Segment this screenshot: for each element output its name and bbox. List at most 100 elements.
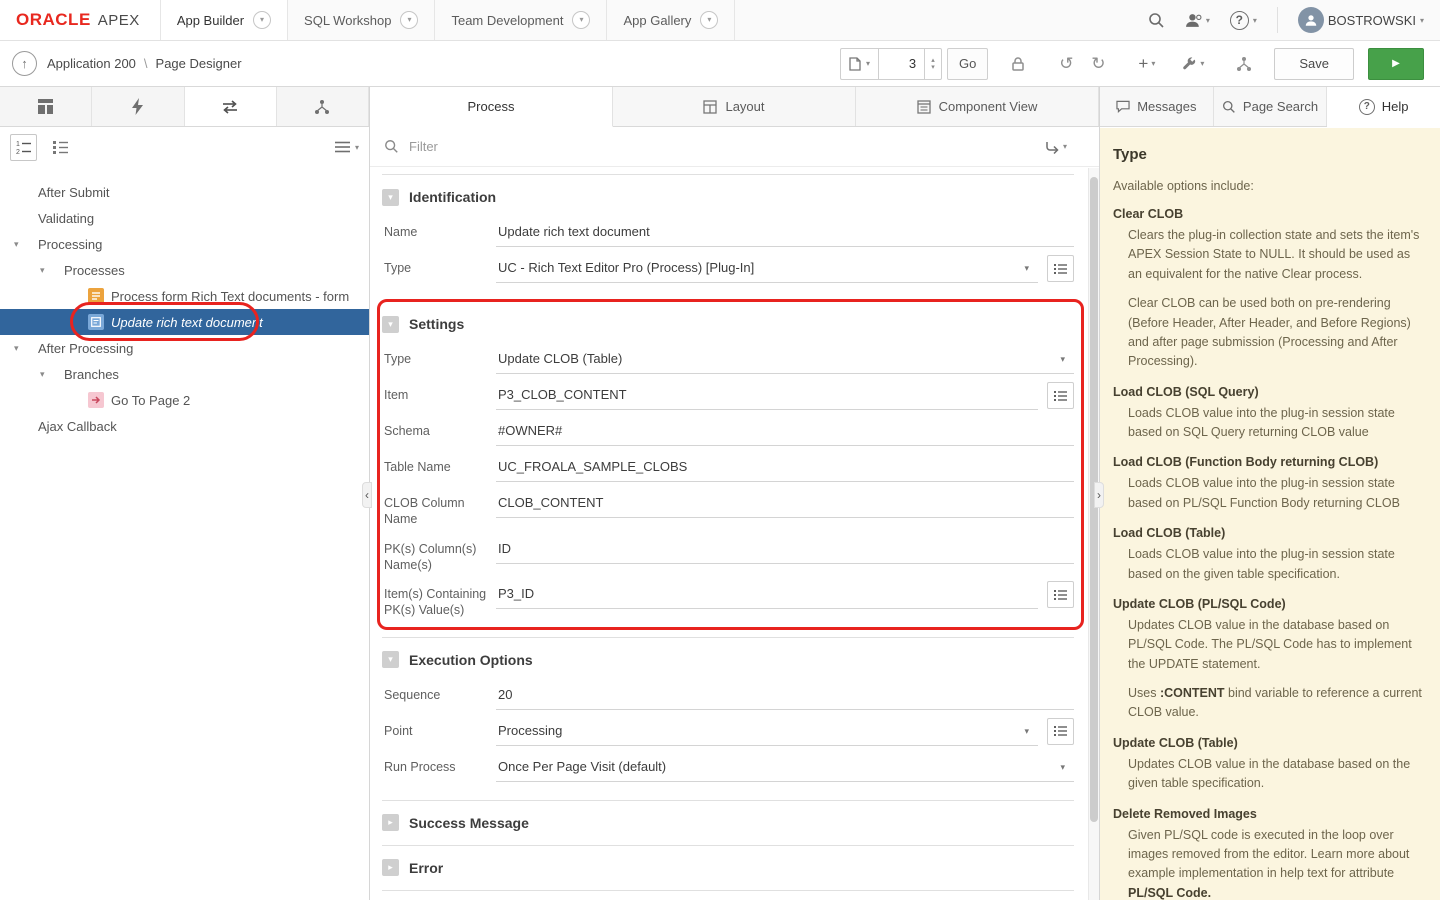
shared-components-button[interactable] — [1228, 48, 1260, 80]
section-server-side-condition-header[interactable]: ▸ Server-side Condition — [382, 891, 1074, 900]
help-menu[interactable]: ? ▾ — [1230, 11, 1257, 30]
name-input[interactable]: Update rich text document — [496, 219, 1074, 247]
tree-item-process-form[interactable]: Process form Rich Text documents - form — [0, 283, 369, 309]
chevron-down-icon[interactable]: ▾ — [931, 64, 935, 71]
page-selector-menu[interactable]: ▾ — [840, 48, 878, 80]
tree-item-after-processing[interactable]: ▾ After Processing — [0, 335, 369, 361]
search-icon[interactable] — [1148, 12, 1165, 29]
search-icon — [384, 139, 399, 154]
tree-item-label: Processes — [64, 263, 125, 278]
tab-page-search[interactable]: Page Search — [1214, 87, 1328, 126]
user-admin-menu[interactable]: ▾ — [1185, 12, 1210, 29]
list-of-values-button[interactable] — [1047, 255, 1074, 282]
tree-menu-button[interactable]: ▾ — [335, 141, 359, 153]
left-splitter-collapse-handle[interactable]: ‹ — [362, 482, 372, 508]
list-of-values-button[interactable] — [1047, 718, 1074, 745]
tree-item-update-rich-text-selected[interactable]: Update rich text document — [0, 309, 369, 335]
tree-item-validating[interactable]: Validating — [0, 205, 369, 231]
clob-column-input[interactable]: CLOB_CONTENT — [496, 490, 1074, 518]
tab-dynamic-actions[interactable] — [92, 87, 184, 126]
section-title: Success Message — [409, 815, 529, 831]
page-icon — [849, 57, 861, 71]
section-error-header[interactable]: ▸ Error — [382, 846, 1074, 890]
go-to-component-menu[interactable]: ▾ — [1044, 139, 1067, 155]
type-select[interactable]: UC - Rich Text Editor Pro (Process) [Plu… — [496, 255, 1038, 283]
chevron-down-icon[interactable]: ▾ — [14, 343, 30, 354]
order-by-processing-order-button[interactable]: 12 — [10, 134, 37, 161]
undo-button[interactable]: ↺ — [1050, 48, 1082, 80]
run-process-select[interactable]: Once Per Page Visit (default) ▾ — [496, 754, 1074, 782]
tree-item-label: Go To Page 2 — [111, 393, 190, 408]
up-arrow-icon[interactable]: ↑ — [12, 51, 37, 76]
processing-tree: After Submit Validating ▾ Processing ▾ P… — [0, 167, 369, 439]
user-menu[interactable]: BOSTROWSKI ▾ — [1298, 7, 1424, 33]
nav-tab-team-development[interactable]: Team Development ▾ — [435, 0, 607, 40]
chevron-down-icon[interactable]: ▾ — [572, 11, 590, 29]
page-number-input[interactable] — [878, 48, 924, 80]
tab-process[interactable]: Process — [370, 87, 613, 127]
tree-item-processing[interactable]: ▾ Processing — [0, 231, 369, 257]
point-select[interactable]: Processing ▾ — [496, 718, 1038, 746]
run-button[interactable]: ▶ — [1368, 48, 1424, 80]
pk-items-input[interactable]: P3_ID — [496, 581, 1038, 609]
tab-page-shared-components[interactable] — [277, 87, 369, 126]
tree-item-ajax-callback[interactable]: Ajax Callback — [0, 413, 369, 439]
field-value: Once Per Page Visit (default) — [498, 759, 666, 774]
tree-item-go-to-page-2[interactable]: Go To Page 2 — [0, 387, 369, 413]
help-panel[interactable]: Type Available options include: Clear CL… — [1100, 128, 1440, 900]
section-execution-header[interactable]: ▾ Execution Options — [382, 638, 1074, 682]
item-input[interactable]: P3_CLOB_CONTENT — [496, 382, 1038, 410]
breadcrumb-application[interactable]: Application 200 — [47, 56, 136, 71]
page-number-stepper[interactable]: ▴ ▾ — [924, 48, 942, 80]
pk-columns-input[interactable]: ID — [496, 536, 1074, 564]
section-identification-header[interactable]: ▾ Identification — [382, 175, 1074, 219]
nav-tab-app-builder[interactable]: App Builder ▾ — [160, 0, 288, 40]
tree-item-after-submit[interactable]: After Submit — [0, 179, 369, 205]
chevron-down-icon[interactable]: ▾ — [253, 11, 271, 29]
table-name-input[interactable]: UC_FROALA_SAMPLE_CLOBS — [496, 454, 1074, 482]
chevron-down-icon[interactable]: ▾ — [382, 189, 399, 206]
page-lock-button[interactable] — [1002, 48, 1034, 80]
tree-item-processes[interactable]: ▾ Processes — [0, 257, 369, 283]
nav-tab-sql-workshop[interactable]: SQL Workshop ▾ — [288, 0, 435, 40]
help-term: Update CLOB (Table) — [1113, 736, 1424, 750]
center-scrollbar[interactable] — [1088, 168, 1099, 900]
nav-tab-app-gallery[interactable]: App Gallery ▾ — [607, 0, 735, 40]
tab-processing[interactable] — [185, 87, 277, 126]
tab-component-view[interactable]: Component View — [856, 87, 1099, 126]
tab-help[interactable]: ? Help — [1327, 87, 1440, 127]
tab-messages[interactable]: Messages — [1100, 87, 1214, 126]
settings-type-select[interactable]: Update CLOB (Table) ▾ — [496, 346, 1074, 374]
chevron-down-icon[interactable]: ▾ — [14, 239, 30, 250]
avatar — [1298, 7, 1324, 33]
section-settings-header[interactable]: ▾ Settings — [382, 302, 1074, 346]
chevron-down-icon[interactable]: ▾ — [382, 651, 399, 668]
tab-layout[interactable]: Layout — [613, 87, 856, 126]
chevron-right-icon[interactable]: ▸ — [382, 859, 399, 876]
order-alphabetical-button[interactable] — [47, 134, 74, 161]
schema-input[interactable]: #OWNER# — [496, 418, 1074, 446]
section-success-message-header[interactable]: ▸ Success Message — [382, 801, 1074, 845]
chevron-down-icon[interactable]: ▾ — [400, 11, 418, 29]
list-of-values-button[interactable] — [1047, 382, 1074, 409]
chevron-down-icon[interactable]: ▾ — [382, 316, 399, 333]
create-menu[interactable]: + ▾ — [1132, 55, 1161, 72]
redo-button[interactable]: ↻ — [1082, 48, 1114, 80]
chevron-right-icon[interactable]: ▸ — [382, 814, 399, 831]
wrench-icon — [1181, 56, 1197, 72]
right-splitter-collapse-handle[interactable]: › — [1094, 482, 1104, 508]
tree-item-branches[interactable]: ▾ Branches — [0, 361, 369, 387]
chevron-down-icon[interactable]: ▾ — [40, 369, 56, 380]
sequence-input[interactable]: 20 — [496, 682, 1074, 710]
filter-input[interactable] — [409, 139, 1034, 154]
chevron-up-icon[interactable]: ▴ — [931, 57, 935, 64]
chevron-down-icon[interactable]: ▾ — [40, 265, 56, 276]
help-paragraph: Clear CLOB can be used both on pre-rende… — [1128, 294, 1424, 372]
list-of-values-button[interactable] — [1047, 581, 1074, 608]
save-button[interactable]: Save — [1274, 48, 1354, 80]
chevron-down-icon[interactable]: ▾ — [700, 11, 718, 29]
utilities-menu[interactable]: ▾ — [1175, 56, 1210, 72]
oracle-apex-logo[interactable]: ORACLE APEX — [0, 0, 160, 40]
tab-rendering[interactable] — [0, 87, 92, 126]
go-button[interactable]: Go — [947, 48, 988, 80]
